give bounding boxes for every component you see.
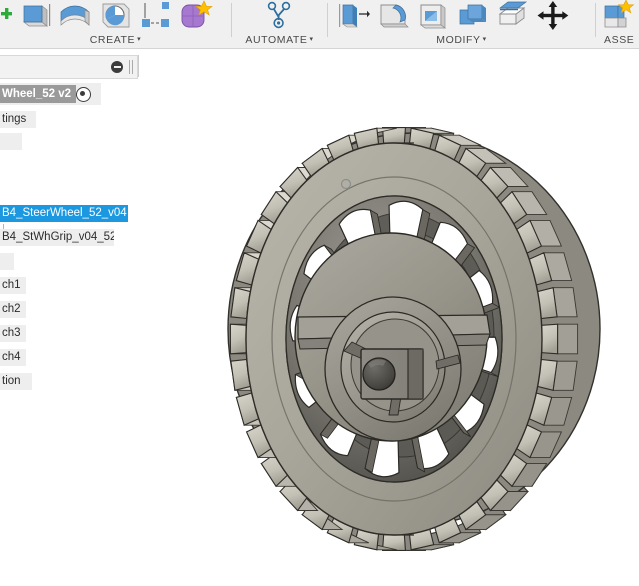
ribbon-toolbar: CREATE ▾ AUTOMATE ▾ MODIFY ▾ ASSE [0,0,639,49]
panel-label-text: ASSE [604,34,635,46]
panel-grip-icon[interactable] [129,60,133,74]
ribbon-panel-modify: MODIFY ▾ [328,0,595,48]
chevron-down-icon: ▾ [309,36,314,43]
gear-tooth-side [557,323,579,355]
press-pull-icon[interactable] [334,0,372,32]
tree-row-revolution[interactable]: tion [0,373,32,390]
gear-tooth [229,323,247,355]
tree-row-origin[interactable] [0,253,14,270]
fusion360-window: CREATE ▾ AUTOMATE ▾ MODIFY ▾ ASSE Wheel_… [0,0,639,586]
tree-row-sketch4[interactable]: ch4 [0,349,26,366]
automate-icon[interactable] [260,0,298,32]
panel-label-modify[interactable]: MODIFY ▾ [328,34,595,46]
tree-row-sketch1[interactable]: ch1 [0,277,26,294]
loft-icon[interactable] [56,0,94,32]
revolve-icon[interactable] [96,0,134,32]
tree-row-steerwheel-component[interactable]: B4_SteerWheel_52_v04 [0,205,128,222]
steering-wheel-gear-model[interactable] [146,49,639,586]
move-copy-icon[interactable] [534,0,572,32]
panel-label-text: AUTOMATE [245,34,308,46]
ribbon-panel-create: CREATE ▾ [0,0,231,48]
collapse-minus-icon[interactable] [111,61,123,73]
tree-row-named-views[interactable] [0,133,22,150]
new-component-icon[interactable] [600,0,638,32]
panel-label-text: CREATE [89,34,136,46]
tree-row-stwhgrip-component[interactable]: B4_StWhGrip_v04_52 [0,229,114,246]
new-sketch-icon[interactable] [0,0,14,32]
offset-face-icon[interactable] [494,0,532,32]
panel-label-text: MODIFY [436,34,481,46]
form-icon[interactable] [176,0,214,32]
panel-edge [138,55,139,77]
panel-label-create[interactable]: CREATE ▾ [0,34,231,46]
chevron-down-icon: ▾ [482,36,487,43]
ribbon-panel-automate: AUTOMATE ▾ [232,0,327,48]
panel-label-automate[interactable]: AUTOMATE ▾ [232,34,327,46]
left-browser-panel: Wheel_52 v2 tings B4_SteerWheel_52_v04 B… [0,49,146,586]
tree-row-sketch2[interactable]: ch2 [0,301,26,318]
gear-tooth [541,323,559,355]
combine-icon[interactable] [454,0,492,32]
target-icon[interactable] [76,87,91,102]
fillet-icon[interactable] [374,0,412,32]
3d-viewport[interactable] [146,49,639,586]
extrude-icon[interactable] [16,0,54,32]
chevron-down-icon: ▾ [137,36,142,43]
document-tab[interactable]: Wheel_52 v2 [0,85,77,103]
tree-row-sketch3[interactable]: ch3 [0,325,26,342]
shell-icon[interactable] [414,0,452,32]
panel-label-assemble[interactable]: ASSE [596,34,639,46]
data-panel-header [0,55,138,79]
pattern-icon[interactable] [136,0,174,32]
ribbon-panel-assemble: ASSE [596,0,639,48]
tree-row-document-settings[interactable]: tings [0,111,36,128]
